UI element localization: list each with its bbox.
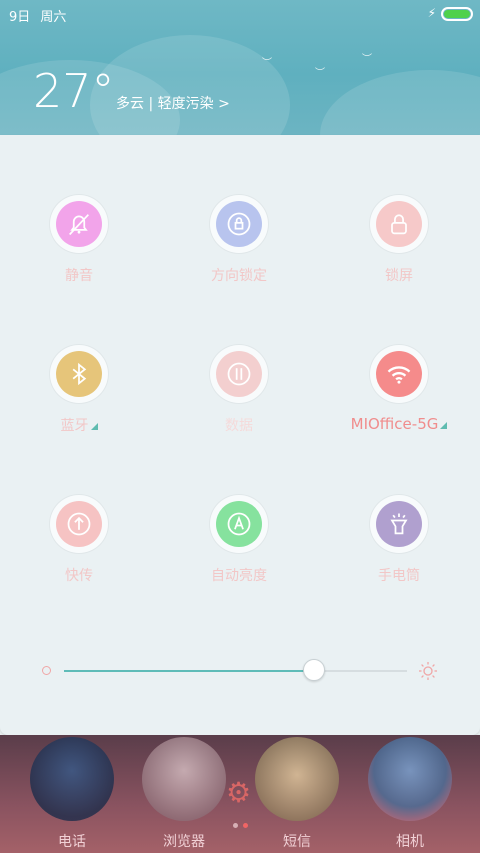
camera-app-label: 相机 xyxy=(396,834,424,850)
bell-off-icon xyxy=(56,201,102,247)
browser-app-icon xyxy=(142,737,226,821)
toggle-silent-label: 静音 xyxy=(65,268,93,284)
status-bar: 9日 周六 xyxy=(9,6,72,25)
weather-summary-link[interactable]: 多云 | 轻度污染 > xyxy=(116,93,230,113)
toggle-quick-transfer-label: 快传 xyxy=(65,568,93,584)
flashlight-icon xyxy=(376,501,422,547)
upload-icon xyxy=(56,501,102,547)
status-date: 9日 xyxy=(9,10,31,25)
toggle-rotation-lock[interactable]: 方向锁定 xyxy=(170,195,310,315)
toggle-rotation-lock-label: 方向锁定 xyxy=(211,268,267,284)
phone-app[interactable]: 电话 xyxy=(27,735,117,853)
temperature: 27° xyxy=(33,64,115,118)
expand-corner-icon xyxy=(90,423,98,430)
quick-settings-panel: 静音 方向锁定 锁屏 蓝牙 数据 MIOffice-5G 快传 自动亮度 手电筒 xyxy=(0,135,480,735)
messages-app[interactable]: 短信 xyxy=(252,735,342,853)
camera-app[interactable]: 相机 xyxy=(365,735,455,853)
toggle-silent[interactable]: 静音 xyxy=(10,195,150,315)
toggle-lock-screen[interactable]: 锁屏 xyxy=(330,195,470,315)
toggle-mobile-data[interactable]: 数据 xyxy=(170,345,310,465)
page-indicator xyxy=(233,813,253,832)
toggle-lock-screen-label: 锁屏 xyxy=(385,268,413,284)
gear-icon[interactable]: ⚙ xyxy=(226,776,251,809)
toggle-flashlight[interactable]: 手电筒 xyxy=(330,495,470,615)
expand-corner-icon xyxy=(440,422,448,429)
phone-app-icon xyxy=(30,737,114,821)
brightness-slider-fill xyxy=(64,670,315,672)
auto-brightness-icon xyxy=(216,501,262,547)
lock-icon xyxy=(376,201,422,247)
toggle-quick-transfer[interactable]: 快传 xyxy=(10,495,150,615)
phone-app-label: 电话 xyxy=(58,834,86,850)
toggle-flashlight-label: 手电筒 xyxy=(378,568,420,584)
status-weekday: 周六 xyxy=(40,10,67,25)
toggle-bluetooth[interactable]: 蓝牙 xyxy=(10,345,150,465)
rotation-lock-icon xyxy=(216,201,262,247)
browser-app-label: 浏览器 xyxy=(163,834,205,850)
messages-app-label: 短信 xyxy=(283,834,311,850)
toggle-auto-brightness[interactable]: 自动亮度 xyxy=(170,495,310,615)
brightness-high-icon xyxy=(418,661,438,681)
toggle-bluetooth-label: 蓝牙 xyxy=(10,415,148,435)
bluetooth-icon xyxy=(56,351,102,397)
browser-app[interactable]: 浏览器 xyxy=(139,735,229,853)
messages-app-icon xyxy=(255,737,339,821)
battery-icon xyxy=(441,7,473,21)
toggle-wifi-label: MIOffice-5G xyxy=(330,415,468,433)
weather-header[interactable]: ︶ ︶ ︶ 9日 周六 ⚡ 27° 多云 | 轻度污染 > xyxy=(0,0,480,135)
toggle-mobile-data-label: 数据 xyxy=(225,418,253,434)
camera-app-icon xyxy=(368,737,452,821)
toggle-auto-brightness-label: 自动亮度 xyxy=(211,568,267,584)
mobile-data-icon xyxy=(216,351,262,397)
lightning-icon: ⚡ xyxy=(427,6,436,20)
brightness-low-icon xyxy=(42,666,51,675)
wifi-icon xyxy=(376,351,422,397)
toggle-wifi[interactable]: MIOffice-5G xyxy=(330,345,470,465)
